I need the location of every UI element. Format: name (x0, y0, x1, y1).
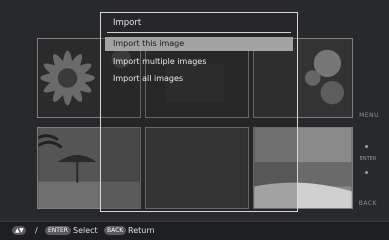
enter-button-hint: ENTER (45, 225, 71, 236)
separator-slash: / (35, 226, 38, 235)
import-dialog: Import Import this image Import multiple… (100, 12, 298, 212)
dpad-arrows: ▲▼ (12, 225, 27, 236)
back-hint: BACK (358, 200, 377, 207)
menu-item-import-all-images[interactable]: Import all images (105, 72, 293, 86)
enter-hint-label: ENTER (359, 156, 377, 162)
select-label: Select (73, 226, 98, 235)
return-label: Return (128, 226, 155, 235)
up-down-arrows-icon: ▲▼ (12, 226, 27, 235)
menu-item-import-multiple-images[interactable]: Import multiple images (105, 55, 293, 69)
bottom-status-bar: ▲▼ / ENTER Select BACK Return (0, 221, 389, 240)
down-dot-icon (365, 171, 368, 174)
menu-item-import-this-image[interactable]: Import this image (105, 37, 293, 51)
back-pill: BACK (104, 226, 127, 235)
dialog-title: Import (113, 18, 142, 28)
dialog-divider (107, 32, 291, 33)
back-button-hint: BACK (104, 225, 127, 236)
enter-pill: ENTER (45, 226, 71, 235)
up-dot-icon (365, 145, 368, 148)
photo-frame-screen: MENU ENTER BACK Import Import this image… (0, 0, 389, 240)
dpad-hint: ENTER (353, 145, 379, 175)
menu-hint: MENU (359, 112, 379, 119)
